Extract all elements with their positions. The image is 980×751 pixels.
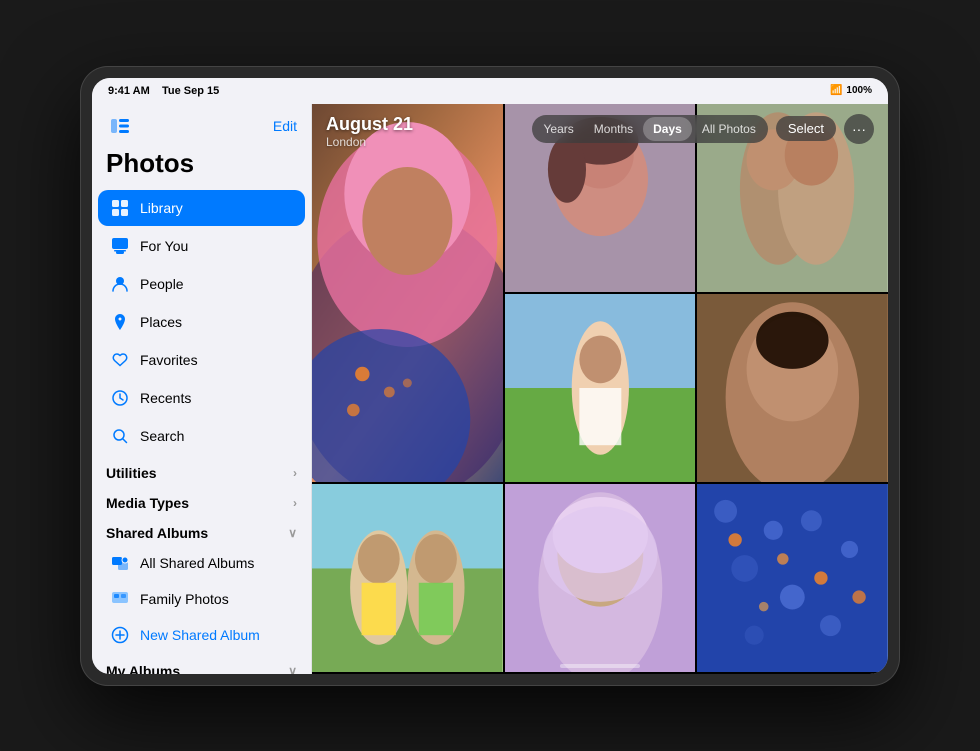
familyphotos-icon <box>110 589 130 609</box>
status-left: 9:41 AM Tue Sep 15 <box>108 85 219 97</box>
people-icon <box>110 274 130 294</box>
content-area: August 21 London Years Months Days All P… <box>312 104 888 674</box>
favorites-label: Favorites <box>140 352 198 368</box>
sidebar-item-foryou[interactable]: For You <box>98 228 305 264</box>
sharedalbums-label: Shared Albums <box>106 525 208 541</box>
photo-grid <box>312 104 888 674</box>
sidebar-item-places[interactable]: Places <box>98 304 305 340</box>
ipad-device: 9:41 AM Tue Sep 15 📶 100% <box>80 66 900 686</box>
more-button[interactable]: ··· <box>844 114 874 144</box>
search-icon <box>110 426 130 446</box>
wifi-icon: 📶 <box>830 85 842 96</box>
date-title: August 21 <box>326 114 413 135</box>
familyphotos-label: Family Photos <box>140 591 229 607</box>
places-icon <box>110 312 130 332</box>
photo-cell-6[interactable] <box>312 484 503 672</box>
time-filter: Years Months Days All Photos <box>532 115 768 143</box>
filter-days[interactable]: Days <box>643 117 692 141</box>
sharedalbums-section[interactable]: Shared Albums ∨ <box>92 515 311 545</box>
library-icon <box>110 198 130 218</box>
battery-indicator: 100% <box>846 85 872 96</box>
photo-cell-8[interactable] <box>697 484 888 672</box>
search-label: Search <box>140 428 184 444</box>
people-label: People <box>140 276 184 292</box>
mediatypes-section[interactable]: Media Types › <box>92 485 311 515</box>
sidebar-header: Edit <box>92 104 311 144</box>
sidebar-title: Photos <box>92 144 311 189</box>
new-album-icon <box>110 625 130 645</box>
new-album-label: New Shared Album <box>140 627 260 643</box>
favorites-icon <box>110 350 130 370</box>
foryou-icon <box>110 236 130 256</box>
foryou-label: For You <box>140 238 188 254</box>
recents-icon <box>110 388 130 408</box>
photo-cell-5[interactable] <box>697 294 888 482</box>
photo-cell-1[interactable] <box>312 104 503 482</box>
allshared-label: All Shared Albums <box>140 555 254 571</box>
mediatypes-chevron: › <box>293 496 297 510</box>
sidebar-item-search[interactable]: Search <box>98 418 305 454</box>
status-time: 9:41 AM <box>108 85 150 97</box>
sidebar-item-favorites[interactable]: Favorites <box>98 342 305 378</box>
utilities-chevron: › <box>293 466 297 480</box>
date-subtitle: London <box>326 135 413 149</box>
sidebar-item-library[interactable]: Library <box>98 190 305 226</box>
filter-allphotos[interactable]: All Photos <box>692 117 766 141</box>
library-label: Library <box>140 200 183 216</box>
sharedalbums-chevron: ∨ <box>288 526 297 540</box>
new-shared-album-btn[interactable]: New Shared Album <box>98 618 305 652</box>
status-right: 📶 100% <box>830 85 872 96</box>
device-screen: 9:41 AM Tue Sep 15 📶 100% <box>92 78 888 674</box>
sidebar-item-recents[interactable]: Recents <box>98 380 305 416</box>
filter-months[interactable]: Months <box>584 117 643 141</box>
sidebar-item-allshared[interactable]: All Shared Albums <box>98 546 305 580</box>
myalbums-label: My Albums <box>106 663 180 674</box>
allshared-icon <box>110 553 130 573</box>
photo-cell-7[interactable] <box>505 484 696 672</box>
sidebar-item-familyphotos[interactable]: Family Photos <box>98 582 305 616</box>
places-label: Places <box>140 314 182 330</box>
status-date: Tue Sep 15 <box>162 85 219 97</box>
utilities-section[interactable]: Utilities › <box>92 455 311 485</box>
filter-years[interactable]: Years <box>534 117 584 141</box>
status-bar: 9:41 AM Tue Sep 15 📶 100% <box>92 78 888 104</box>
date-info: August 21 London <box>326 114 413 149</box>
utilities-label: Utilities <box>106 465 157 481</box>
top-controls: Years Months Days All Photos Select ··· <box>532 114 874 144</box>
sidebar: Edit Photos Library <box>92 104 312 674</box>
sidebar-item-people[interactable]: People <box>98 266 305 302</box>
myalbums-section[interactable]: My Albums ∨ <box>92 653 311 674</box>
scroll-indicator <box>560 664 640 668</box>
sidebar-toggle-icon[interactable] <box>106 112 134 140</box>
app-area: Edit Photos Library <box>92 104 888 674</box>
edit-button[interactable]: Edit <box>273 118 297 134</box>
photo-cell-4[interactable] <box>505 294 696 482</box>
myalbums-chevron: ∨ <box>288 664 297 674</box>
mediatypes-label: Media Types <box>106 495 189 511</box>
select-button[interactable]: Select <box>776 116 836 141</box>
recents-label: Recents <box>140 390 191 406</box>
